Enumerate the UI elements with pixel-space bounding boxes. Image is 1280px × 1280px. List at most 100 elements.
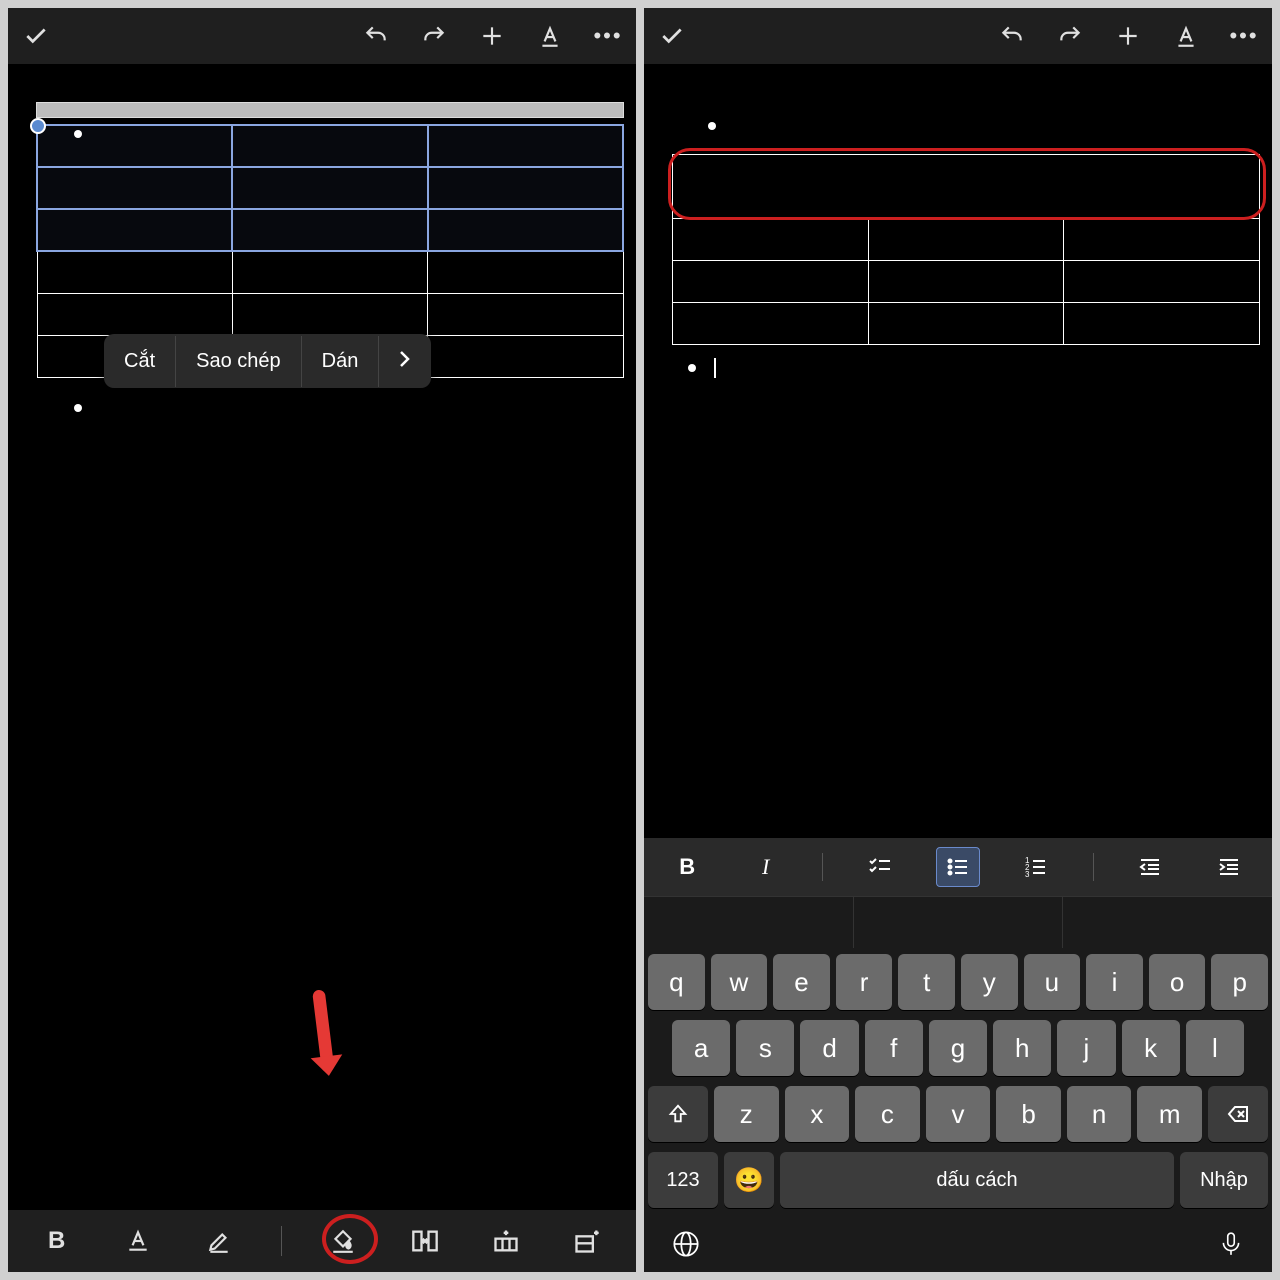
globe-icon[interactable] xyxy=(672,1230,700,1265)
table-row-selected xyxy=(37,125,623,167)
key-j[interactable]: j xyxy=(1057,1020,1115,1076)
svg-text:3: 3 xyxy=(1025,870,1030,879)
key-t[interactable]: t xyxy=(898,954,955,1010)
redo-icon[interactable] xyxy=(1056,22,1084,50)
undo-icon[interactable] xyxy=(998,22,1026,50)
text-format-icon[interactable] xyxy=(536,22,564,50)
key-g[interactable]: g xyxy=(929,1020,987,1076)
key-w[interactable]: w xyxy=(711,954,768,1010)
undo-icon[interactable] xyxy=(362,22,390,50)
bullet-list-icon[interactable] xyxy=(936,847,980,887)
document-area[interactable] xyxy=(644,64,1272,838)
table-row-selected xyxy=(37,209,623,251)
key-k[interactable]: k xyxy=(1122,1020,1180,1076)
toolbar-divider xyxy=(1093,853,1094,881)
context-paste[interactable]: Dán xyxy=(302,336,380,387)
context-copy[interactable]: Sao chép xyxy=(176,336,302,387)
margin-marker xyxy=(74,130,82,138)
keyboard-footer xyxy=(644,1222,1272,1272)
key-s[interactable]: s xyxy=(736,1020,794,1076)
key-c[interactable]: c xyxy=(855,1086,920,1142)
context-menu: Cắt Sao chép Dán xyxy=(104,334,431,388)
key-z[interactable]: z xyxy=(714,1086,779,1142)
margin-marker xyxy=(708,122,716,130)
key-b[interactable]: b xyxy=(996,1086,1061,1142)
outdent-icon[interactable] xyxy=(1128,847,1172,887)
italic-icon[interactable]: I xyxy=(744,847,788,887)
text-color-icon[interactable] xyxy=(118,1221,158,1261)
selection-handle[interactable] xyxy=(30,118,46,134)
fill-color-icon[interactable] xyxy=(323,1221,363,1261)
redo-icon[interactable] xyxy=(420,22,448,50)
key-backspace-icon[interactable] xyxy=(1208,1086,1268,1142)
key-i[interactable]: i xyxy=(1086,954,1143,1010)
keyboard: q w e r t y u i o p a s d f g h j k l xyxy=(644,896,1272,1272)
more-icon[interactable]: ••• xyxy=(594,22,622,50)
key-numbers[interactable]: 123 xyxy=(648,1152,718,1208)
add-icon[interactable] xyxy=(1114,22,1142,50)
insert-row-icon[interactable] xyxy=(486,1221,526,1261)
phone-left: ••• Cắt Sao chép Dán B xyxy=(8,8,636,1272)
format-toolbar: B I 123 xyxy=(644,838,1272,896)
key-u[interactable]: u xyxy=(1024,954,1081,1010)
key-o[interactable]: o xyxy=(1149,954,1206,1010)
checklist-icon[interactable] xyxy=(858,847,902,887)
table-row xyxy=(673,303,1260,345)
margin-marker xyxy=(74,404,82,412)
key-r[interactable]: r xyxy=(836,954,893,1010)
key-emoji-icon[interactable]: 😀 xyxy=(724,1152,774,1208)
key-m[interactable]: m xyxy=(1137,1086,1202,1142)
key-v[interactable]: v xyxy=(926,1086,991,1142)
key-d[interactable]: d xyxy=(800,1020,858,1076)
keyboard-row-2: a s d f g h j k l xyxy=(648,1020,1268,1076)
key-enter[interactable]: Nhập xyxy=(1180,1152,1268,1208)
keyboard-row-3: z x c v b n m xyxy=(648,1086,1268,1142)
bold-icon[interactable]: B xyxy=(665,847,709,887)
key-y[interactable]: y xyxy=(961,954,1018,1010)
toolbar-divider xyxy=(822,853,823,881)
top-toolbar: ••• xyxy=(644,8,1272,64)
confirm-check-icon[interactable] xyxy=(22,22,50,50)
annotation-arrow-icon xyxy=(258,977,387,1107)
document-area[interactable]: Cắt Sao chép Dán xyxy=(8,64,636,1210)
top-toolbar: ••• xyxy=(8,8,636,64)
margin-marker xyxy=(688,364,696,372)
table-row xyxy=(673,219,1260,261)
table-row xyxy=(673,261,1260,303)
numbered-list-icon[interactable]: 123 xyxy=(1014,847,1058,887)
highlight-icon[interactable] xyxy=(199,1221,239,1261)
table-row-selected xyxy=(37,167,623,209)
text-format-icon[interactable] xyxy=(1172,22,1200,50)
document-table[interactable] xyxy=(672,154,1260,345)
suggestion-bar[interactable] xyxy=(644,896,1272,948)
table-row xyxy=(37,251,623,293)
key-f[interactable]: f xyxy=(865,1020,923,1076)
merge-cells-icon[interactable] xyxy=(405,1221,445,1261)
key-l[interactable]: l xyxy=(1186,1020,1244,1076)
key-h[interactable]: h xyxy=(993,1020,1051,1076)
key-a[interactable]: a xyxy=(672,1020,730,1076)
bold-icon[interactable]: B xyxy=(37,1221,77,1261)
table-row-merged xyxy=(673,155,1260,219)
more-icon[interactable]: ••• xyxy=(1230,22,1258,50)
keyboard-row-1: q w e r t y u i o p xyxy=(648,954,1268,1010)
context-cut[interactable]: Cắt xyxy=(104,336,176,387)
add-icon[interactable] xyxy=(478,22,506,50)
key-x[interactable]: x xyxy=(785,1086,850,1142)
context-more-icon[interactable] xyxy=(379,334,431,388)
key-q[interactable]: q xyxy=(648,954,705,1010)
key-shift-icon[interactable] xyxy=(648,1086,708,1142)
key-space[interactable]: dấu cách xyxy=(780,1152,1174,1208)
key-e[interactable]: e xyxy=(773,954,830,1010)
confirm-check-icon[interactable] xyxy=(658,22,686,50)
ruler xyxy=(36,102,624,118)
mic-icon[interactable] xyxy=(1218,1231,1244,1264)
table-row xyxy=(37,293,623,335)
insert-column-icon[interactable] xyxy=(567,1221,607,1261)
key-n[interactable]: n xyxy=(1067,1086,1132,1142)
key-p[interactable]: p xyxy=(1211,954,1268,1010)
text-cursor xyxy=(714,358,716,378)
phone-right: ••• B I 123 xyxy=(644,8,1272,1272)
indent-icon[interactable] xyxy=(1207,847,1251,887)
toolbar-divider xyxy=(281,1226,282,1256)
